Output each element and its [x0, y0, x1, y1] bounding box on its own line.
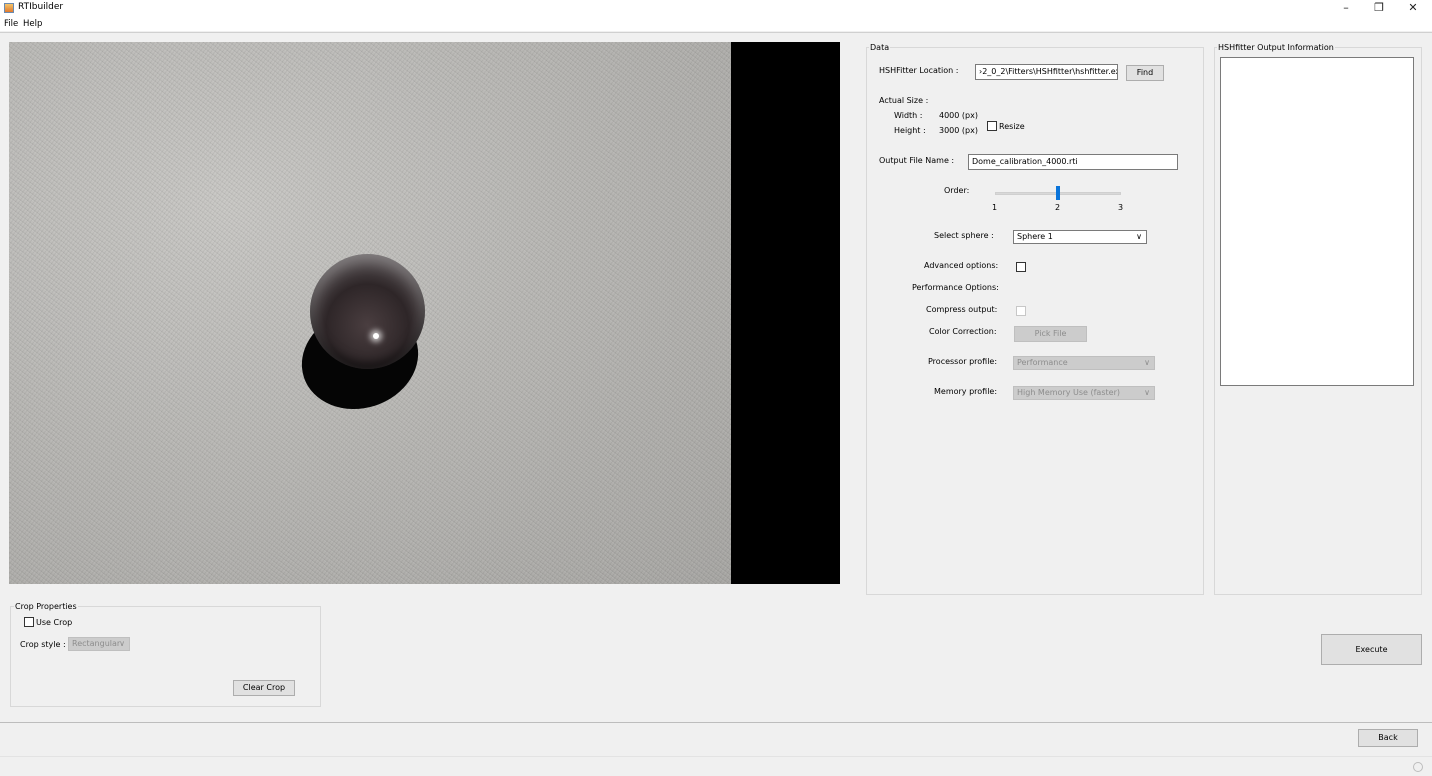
menu-help[interactable]: Help	[23, 19, 42, 29]
height-label: Height :	[894, 126, 926, 135]
memory-profile-label: Memory profile:	[934, 387, 998, 396]
status-indicator-icon	[1413, 762, 1423, 772]
hshfitter-location-field[interactable]: ›2_0_2\Fitters\HSHfitter\hshfitter.exe	[975, 64, 1118, 80]
output-file-label: Output File Name :	[879, 156, 955, 165]
processor-profile-label: Processor profile:	[928, 357, 998, 366]
back-button[interactable]: Back	[1358, 729, 1418, 747]
order-label: Order:	[944, 186, 970, 195]
height-value: 3000 (px)	[939, 126, 978, 135]
find-button[interactable]: Find	[1126, 65, 1164, 81]
order-tick-3: 3	[1118, 203, 1124, 212]
sphere-highlight	[373, 333, 379, 339]
order-slider-thumb[interactable]	[1056, 186, 1060, 200]
crop-style-dropdown[interactable]: Rectangular ∨	[68, 637, 130, 651]
use-crop-label: Use Crop	[36, 618, 73, 627]
data-group-title: Data	[869, 43, 891, 52]
menu-file[interactable]: File	[4, 19, 18, 29]
processor-profile-dropdown[interactable]: Performance ∨	[1013, 356, 1155, 370]
status-bar	[0, 756, 1432, 776]
menu-bar	[0, 16, 1432, 31]
memory-profile-value: High Memory Use (faster)	[1017, 388, 1120, 397]
hshfitter-location-label: HSHFitter Location :	[879, 66, 959, 75]
execute-button[interactable]: Execute	[1321, 634, 1422, 665]
use-crop-checkbox[interactable]	[24, 617, 34, 627]
crop-group-title: Crop Properties	[14, 602, 78, 611]
close-button[interactable]: ✕	[1395, 0, 1431, 16]
chevron-down-icon: ∨	[1144, 358, 1150, 367]
chevron-down-icon: ∨	[119, 639, 125, 648]
compress-output-label: Compress output:	[926, 305, 998, 314]
chevron-down-icon: ∨	[1136, 232, 1142, 241]
memory-profile-dropdown[interactable]: High Memory Use (faster) ∨	[1013, 386, 1155, 400]
title-bar	[0, 0, 1432, 16]
width-label: Width :	[894, 111, 923, 120]
select-sphere-dropdown[interactable]: Sphere 1 ∨	[1013, 230, 1147, 244]
output-file-field[interactable]: Dome_calibration_4000.rti	[968, 154, 1178, 170]
select-sphere-label: Select sphere :	[934, 231, 994, 240]
window-title: RTIbuilder	[18, 2, 64, 12]
actual-size-label: Actual Size :	[879, 96, 929, 105]
clear-crop-button[interactable]: Clear Crop	[233, 680, 295, 696]
width-value: 4000 (px)	[939, 111, 978, 120]
advanced-options-label: Advanced options:	[924, 261, 999, 270]
java-app-icon	[4, 3, 14, 13]
crop-style-value: Rectangular	[72, 639, 121, 648]
chevron-down-icon: ∨	[1144, 388, 1150, 397]
output-text-area[interactable]	[1220, 57, 1414, 386]
compress-output-checkbox[interactable]	[1016, 306, 1026, 316]
output-group-title: HSHfitter Output Information	[1217, 43, 1335, 52]
select-sphere-value: Sphere 1	[1017, 232, 1053, 241]
resize-label: Resize	[999, 122, 1025, 131]
menu-separator	[0, 32, 1432, 33]
image-preview[interactable]	[9, 42, 840, 584]
bottom-separator	[0, 722, 1432, 723]
order-tick-2: 2	[1055, 203, 1061, 212]
order-tick-1: 1	[992, 203, 998, 212]
performance-options-label: Performance Options:	[912, 283, 999, 292]
resize-checkbox[interactable]	[987, 121, 997, 131]
color-correction-label: Color Correction:	[929, 327, 997, 336]
crop-style-label: Crop style :	[20, 640, 66, 649]
reflective-sphere	[310, 254, 425, 369]
minimize-button[interactable]: –	[1328, 0, 1364, 16]
restore-button[interactable]: ❐	[1361, 0, 1397, 16]
pick-file-button[interactable]: Pick File	[1014, 326, 1087, 342]
processor-profile-value: Performance	[1017, 358, 1068, 367]
advanced-options-checkbox[interactable]	[1016, 262, 1026, 272]
